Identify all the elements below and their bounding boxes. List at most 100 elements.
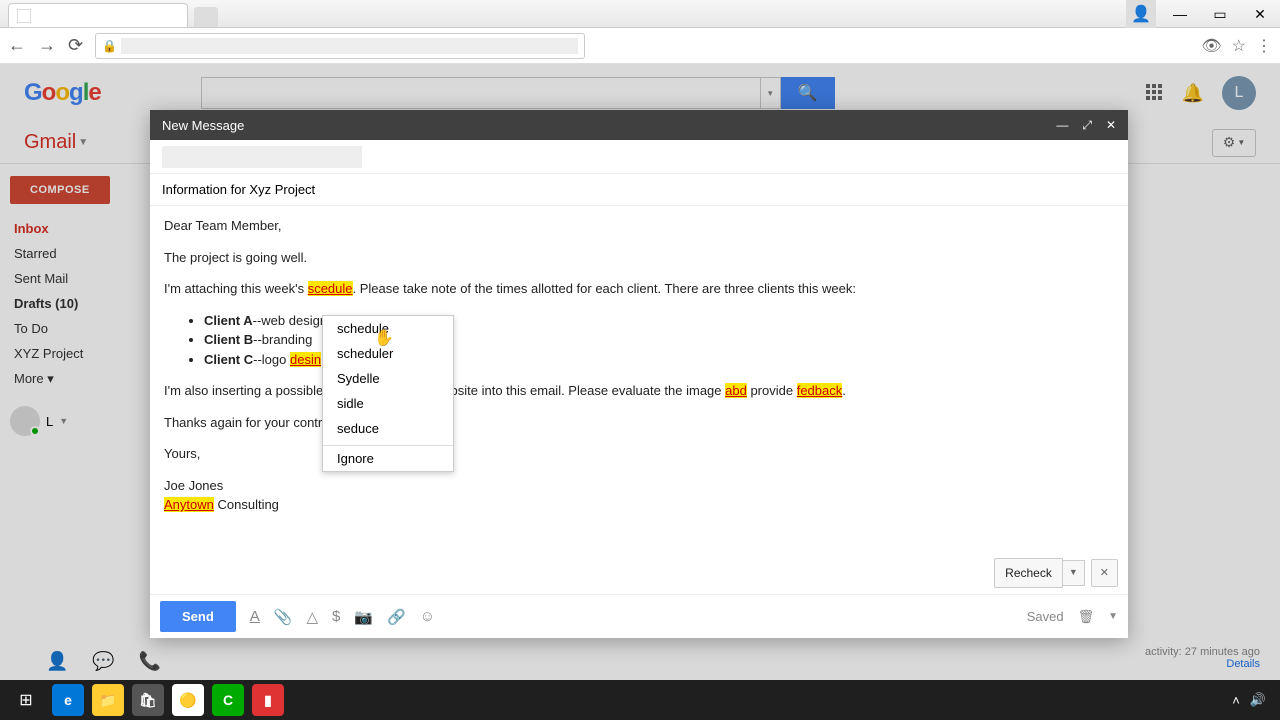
tray-speaker-icon[interactable]: 🔊 — [1250, 692, 1266, 708]
compose-footer: Send A 📎 △ $ 📷 🔗 ☺ Saved 🗑 ▼ — [150, 594, 1128, 638]
suggestion-item[interactable]: sidle — [323, 391, 453, 416]
browser-tab[interactable] — [8, 3, 188, 27]
taskbar-store-icon[interactable]: 🛍 — [132, 684, 164, 716]
compose-to-field[interactable] — [150, 140, 1128, 174]
window-close-button[interactable]: ✕ — [1240, 0, 1280, 28]
window-minimize-button[interactable]: — — [1160, 0, 1200, 28]
money-icon[interactable]: $ — [332, 608, 340, 625]
compose-popout-button[interactable]: ⤢ — [1082, 118, 1092, 133]
activity-details-link[interactable]: Details — [1226, 658, 1260, 670]
browser-toolbar: ← → ⟳ 🔒 👁 ☆ ⋮ — [0, 28, 1280, 64]
gear-icon: ⚙ — [1223, 134, 1236, 151]
sidebar-item-more[interactable]: More ▾ — [10, 366, 160, 392]
taskbar-camtasia-icon[interactable]: C — [212, 684, 244, 716]
hangouts-phone-icon[interactable]: 📞 — [139, 651, 161, 672]
emoji-icon[interactable]: ☺ — [420, 608, 435, 625]
spellerror-scedule[interactable]: scedule — [308, 281, 353, 296]
sidebar-item-starred[interactable]: Starred — [10, 241, 160, 266]
spellerror-anytown[interactable]: Anytown — [164, 497, 214, 512]
favicon-icon — [17, 9, 31, 23]
tracking-eye-icon[interactable]: 👁 — [1201, 36, 1221, 56]
window-maximize-button[interactable]: ▭ — [1200, 0, 1240, 28]
search-button[interactable]: 🔍 — [781, 77, 835, 109]
taskbar-edge-icon[interactable]: e — [52, 684, 84, 716]
new-tab-button[interactable] — [194, 7, 218, 27]
apps-grid-icon[interactable] — [1146, 84, 1164, 102]
reload-button[interactable]: ⟳ — [68, 35, 83, 56]
body-closing: Yours, — [164, 444, 1114, 464]
body-p1: The project is going well. — [164, 248, 1114, 268]
presence-avatar-icon — [10, 406, 40, 436]
sidebar-item-xyz-project[interactable]: XYZ Project — [10, 341, 160, 366]
browser-menu-icon[interactable]: ⋮ — [1256, 36, 1272, 56]
spellerror-fedback[interactable]: fedback — [797, 383, 843, 398]
suggestion-item[interactable]: schedule — [323, 316, 453, 341]
forward-button[interactable]: → — [38, 35, 56, 56]
back-button[interactable]: ← — [8, 35, 26, 56]
photo-icon[interactable]: 📷 — [354, 608, 373, 626]
recheck-button[interactable]: Recheck — [994, 558, 1063, 588]
recipient-redacted — [162, 146, 362, 168]
link-icon[interactable]: 🔗 — [387, 608, 406, 626]
suggestion-item[interactable]: Sydelle — [323, 366, 453, 391]
sidebar-item-inbox[interactable]: Inbox — [10, 216, 160, 241]
drive-icon[interactable]: △ — [307, 608, 319, 626]
suggestion-ignore[interactable]: Ignore — [323, 446, 453, 471]
compose-button[interactable]: COMPOSE — [10, 176, 110, 204]
taskbar-app-icon[interactable]: ▮ — [252, 684, 284, 716]
account-avatar[interactable]: L — [1222, 76, 1256, 110]
notifications-bell-icon[interactable]: 🔔 — [1182, 83, 1204, 104]
body-p4: Thanks again for your contrib — [164, 413, 1114, 433]
recheck-close-button[interactable]: ✕ — [1091, 559, 1118, 588]
spellerror-desin[interactable]: desin — [290, 352, 321, 367]
taskbar-explorer-icon[interactable]: 📁 — [92, 684, 124, 716]
body-greeting: Dear Team Member, — [164, 216, 1114, 236]
account-activity: activity: 27 minutes ago Details — [1145, 646, 1260, 670]
more-options-icon[interactable]: ▼ — [1108, 611, 1118, 622]
sidebar-item-drafts[interactable]: Drafts (10) — [10, 291, 160, 316]
settings-gear-button[interactable]: ⚙▼ — [1212, 129, 1256, 157]
compose-titlebar[interactable]: New Message — ⤢ ✕ — [150, 110, 1128, 140]
start-button[interactable]: ⊞ — [4, 682, 48, 718]
compose-title-label: New Message — [162, 118, 244, 133]
discard-draft-icon[interactable]: 🗑 — [1078, 609, 1095, 625]
compose-minimize-button[interactable]: — — [1056, 118, 1068, 133]
attach-icon[interactable]: 📎 — [274, 608, 293, 626]
sidebar: COMPOSE Inbox Starred Sent Mail Drafts (… — [0, 164, 170, 680]
search-dropdown-icon[interactable]: ▼ — [760, 78, 780, 108]
browser-tab-strip: 👤 — ▭ ✕ — [0, 0, 1280, 28]
tray-chevron-icon[interactable]: ˄ — [1232, 693, 1240, 708]
presence-name: L — [46, 414, 53, 429]
address-bar[interactable]: 🔒 — [95, 33, 585, 59]
sidebar-item-sent[interactable]: Sent Mail — [10, 266, 160, 291]
send-button[interactable]: Send — [160, 601, 236, 632]
body-p3: I'm also inserting a possibleebsite into… — [164, 381, 1114, 401]
browser-user-icon[interactable]: 👤 — [1126, 0, 1156, 28]
suggestion-item[interactable]: scheduler — [323, 341, 453, 366]
body-p2: I'm attaching this week's scedule. Pleas… — [164, 279, 1114, 299]
lock-icon: 🔒 — [102, 39, 117, 53]
chevron-down-icon: ▼ — [78, 137, 88, 148]
compose-body[interactable]: Dear Team Member, The project is going w… — [150, 206, 1128, 594]
compose-close-button[interactable]: ✕ — [1106, 118, 1116, 133]
google-logo[interactable]: Google — [24, 79, 101, 107]
spellcheck-suggestion-menu: schedule scheduler Sydelle sidle seduce … — [322, 315, 454, 472]
formatting-icon[interactable]: A — [250, 608, 260, 625]
compose-subject-field[interactable]: Information for Xyz Project — [150, 174, 1128, 206]
search-input[interactable]: ▼ — [201, 77, 781, 109]
recheck-dropdown[interactable]: ▼ — [1063, 560, 1085, 586]
taskbar-chrome-icon[interactable]: 🟡 — [172, 684, 204, 716]
hangouts-presence[interactable]: L ▼ — [10, 406, 160, 436]
bookmark-star-icon[interactable]: ☆ — [1232, 36, 1246, 56]
saved-label: Saved — [1027, 609, 1064, 624]
suggestion-item[interactable]: seduce — [323, 416, 453, 441]
search-icon: 🔍 — [798, 83, 818, 103]
hangouts-chat-icon[interactable]: 💬 — [92, 651, 114, 672]
spellerror-abd[interactable]: abd — [725, 383, 747, 398]
gmail-dropdown[interactable]: Gmail — [24, 131, 76, 154]
hangouts-contacts-icon[interactable]: 👤 — [46, 651, 68, 672]
signature: Joe JonesAnytown Consulting — [164, 476, 1114, 515]
compose-window: New Message — ⤢ ✕ Information for Xyz Pr… — [150, 110, 1128, 638]
windows-taskbar: ⊞ e 📁 🛍 🟡 C ▮ ˄ 🔊 — [0, 680, 1280, 720]
sidebar-item-todo[interactable]: To Do — [10, 316, 160, 341]
